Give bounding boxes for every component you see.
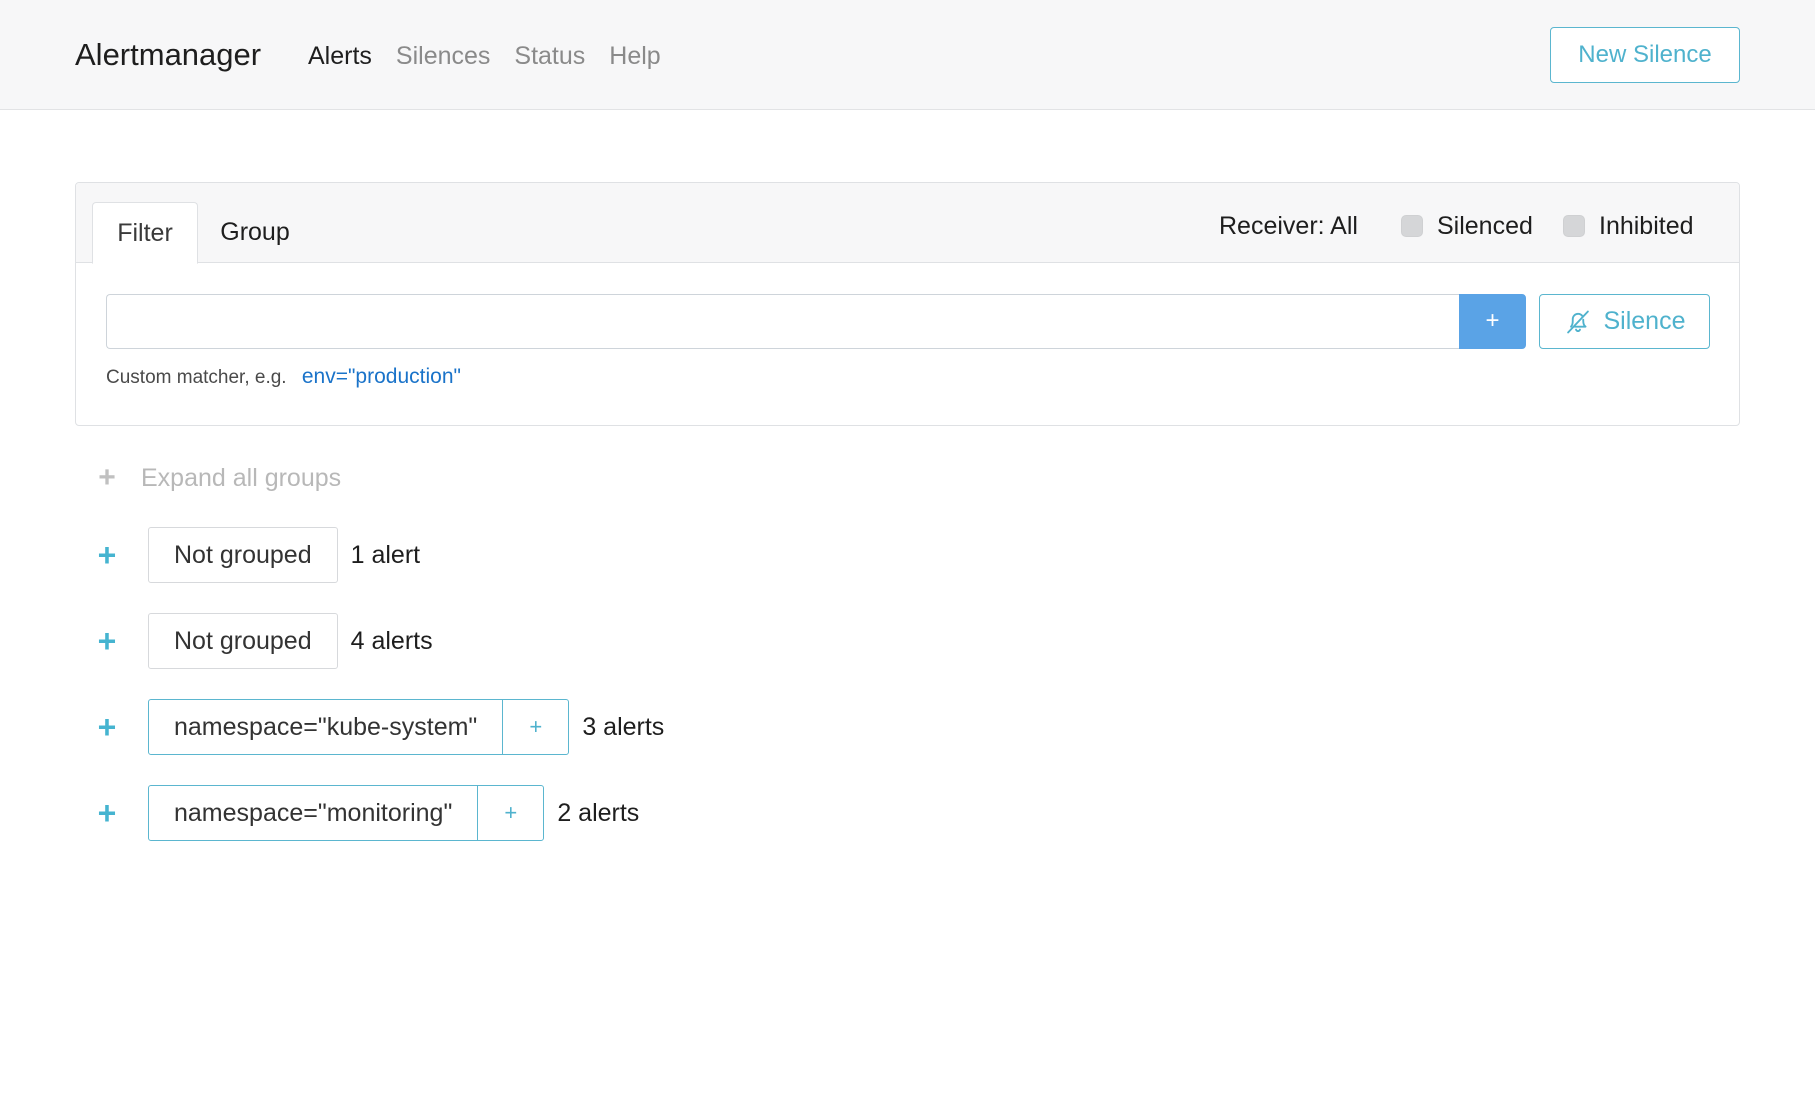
group-label[interactable]: namespace="monitoring" <box>149 786 477 840</box>
alert-group-row: + Not grouped 4 alerts <box>96 613 433 669</box>
group-alert-count: 2 alerts <box>557 798 640 827</box>
group-label-pill: namespace="kube-system" + <box>148 699 570 755</box>
new-silence-button[interactable]: New Silence <box>1550 27 1740 83</box>
matcher-hint-text: Custom matcher, e.g. <box>106 367 287 388</box>
inhibited-checkbox-label: Inhibited <box>1599 212 1694 240</box>
brand-logo[interactable]: Alertmanager <box>75 36 261 74</box>
expand-group-plus-icon[interactable]: + <box>96 625 118 657</box>
filter-card-header: Filter Group Receiver: All Silenced Inhi… <box>76 183 1739 264</box>
receiver-dropdown[interactable]: Receiver: All <box>1219 209 1358 243</box>
plus-icon: + <box>98 461 116 494</box>
group-label[interactable]: Not grouped <box>149 614 337 668</box>
nav-link-alerts[interactable]: Alerts <box>308 40 372 72</box>
nav-link-silences[interactable]: Silences <box>396 40 491 72</box>
inhibited-checkbox[interactable]: Inhibited <box>1563 212 1694 240</box>
group-alert-count: 1 alert <box>350 540 421 569</box>
alert-group-row: + Not grouped 1 alert <box>96 527 420 583</box>
filter-card: Filter Group Receiver: All Silenced Inhi… <box>75 182 1740 426</box>
add-group-filter-button[interactable]: + <box>477 786 543 840</box>
alert-group-row: + namespace="monitoring" + 2 alerts <box>96 785 639 841</box>
alert-group-row: + namespace="kube-system" + 3 alerts <box>96 699 664 755</box>
group-label-pill: namespace="monitoring" + <box>148 785 545 841</box>
matcher-hint: Custom matcher, e.g. env="production" <box>106 363 461 392</box>
expand-group-plus-icon[interactable]: + <box>96 797 118 829</box>
group-label[interactable]: Not grouped <box>149 528 337 582</box>
add-matcher-button[interactable]: + <box>1459 294 1526 349</box>
group-alert-count: 3 alerts <box>582 712 665 741</box>
nav-link-help[interactable]: Help <box>609 40 660 72</box>
silence-button-label: Silence <box>1603 307 1686 335</box>
matcher-hint-example[interactable]: env="production" <box>302 365 461 388</box>
tab-filter[interactable]: Filter <box>92 202 198 264</box>
expand-group-plus-icon[interactable]: + <box>96 711 118 743</box>
nav-link-status[interactable]: Status <box>514 40 585 72</box>
top-navbar: Alertmanager Alerts Silences Status Help… <box>0 0 1815 110</box>
silenced-checkbox-label: Silenced <box>1437 212 1533 240</box>
nav-links: Alerts Silences Status Help <box>308 40 685 72</box>
group-label[interactable]: namespace="kube-system" <box>149 700 502 754</box>
expand-all-groups[interactable]: + Expand all groups <box>96 461 341 495</box>
bell-slash-icon <box>1566 310 1589 333</box>
silenced-checkbox[interactable]: Silenced <box>1401 212 1533 240</box>
silence-button[interactable]: Silence <box>1539 294 1710 349</box>
silenced-checkbox-box[interactable] <box>1401 215 1423 237</box>
expand-all-groups-label: Expand all groups <box>141 464 342 492</box>
group-label-pill: Not grouped <box>148 527 338 583</box>
add-group-filter-button[interactable]: + <box>502 700 568 754</box>
expand-group-plus-icon[interactable]: + <box>96 539 118 571</box>
tab-group[interactable]: Group <box>200 202 310 264</box>
group-label-pill: Not grouped <box>148 613 338 669</box>
inhibited-checkbox-box[interactable] <box>1563 215 1585 237</box>
matcher-input[interactable] <box>106 294 1459 349</box>
group-alert-count: 4 alerts <box>350 626 433 655</box>
